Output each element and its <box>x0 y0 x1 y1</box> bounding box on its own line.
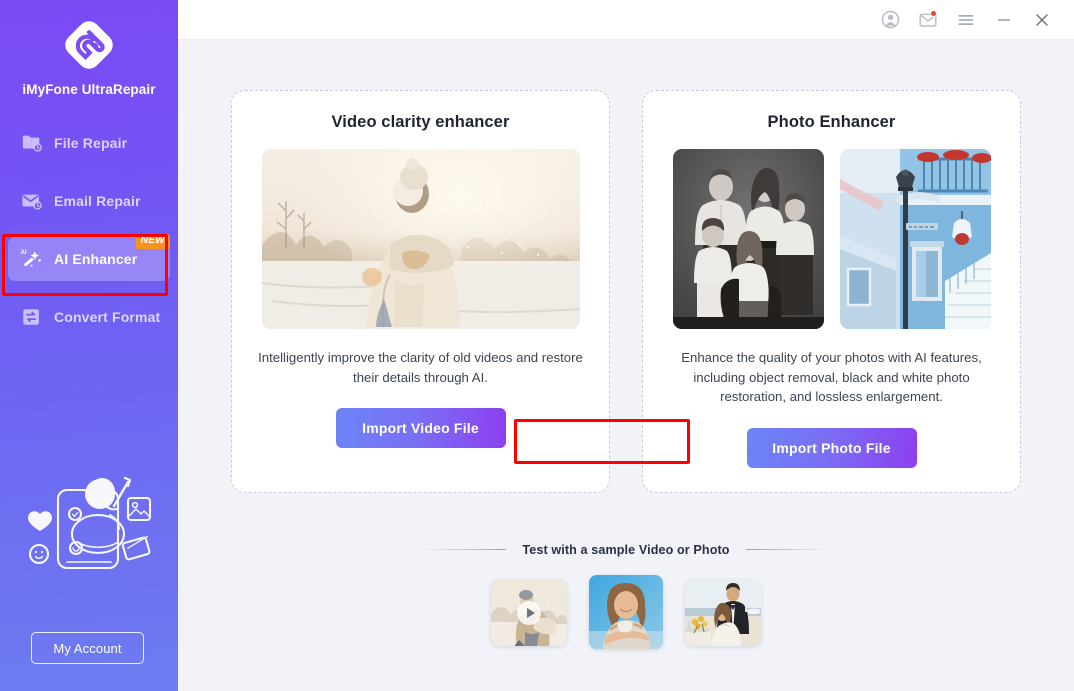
sample-thumbnails <box>178 574 1074 649</box>
menu-icon[interactable] <box>948 5 984 35</box>
sidebar-item-email-repair[interactable]: Email Repair <box>8 179 170 223</box>
folder-clock-icon <box>20 131 44 155</box>
brand-block: iMyFone UltraRepair <box>0 0 178 97</box>
sidebar-nav: File Repair Email Repair AI AI Enhancer … <box>0 121 178 339</box>
brand-name: iMyFone UltraRepair <box>22 82 156 97</box>
import-video-file-button[interactable]: Import Video File <box>335 408 506 448</box>
photo-preview-blue-building <box>839 149 991 329</box>
sample-video-winter-couple[interactable] <box>491 579 567 646</box>
sample-photo-woman-portrait[interactable] <box>589 574 663 649</box>
svg-text:AI: AI <box>21 250 27 256</box>
mail-icon[interactable] <box>910 5 946 35</box>
sample-section-label: Test with a sample Video or Photo <box>522 542 730 557</box>
photo-preview-row <box>672 149 991 329</box>
card-photo-enhancer: Photo Enhancer Enhance the quality of yo… <box>642 90 1021 493</box>
minimize-icon[interactable] <box>986 5 1022 35</box>
account-icon[interactable] <box>872 5 908 35</box>
sidebar-item-file-repair[interactable]: File Repair <box>8 121 170 165</box>
import-photo-file-button[interactable]: Import Photo File <box>746 427 917 468</box>
separator-line-left <box>421 549 507 550</box>
sample-photo-wedding-couple[interactable] <box>685 579 761 646</box>
card-title: Video clarity enhancer <box>331 113 510 131</box>
card-description: Intelligently improve the clarity of old… <box>258 350 583 385</box>
feature-cards: Video clarity enhancer Intelligently imp… <box>178 40 1074 493</box>
card-title: Photo Enhancer <box>767 113 896 131</box>
sidebar-item-label: File Repair <box>54 135 128 151</box>
card-video-clarity-enhancer: Video clarity enhancer Intelligently imp… <box>231 90 610 493</box>
separator-line-right <box>745 549 831 550</box>
envelope-clock-icon <box>20 189 44 213</box>
sidebar: iMyFone UltraRepair File Repair Email Re… <box>0 0 178 691</box>
sample-separator: Test with a sample Video or Photo <box>178 543 1074 557</box>
close-icon[interactable] <box>1024 5 1060 35</box>
sidebar-item-label: Convert Format <box>54 309 161 325</box>
app-logo-icon <box>60 16 118 74</box>
sidebar-item-label: Email Repair <box>54 193 141 209</box>
application-window: iMyFone UltraRepair File Repair Email Re… <box>0 0 1074 691</box>
magic-wand-icon: AI <box>20 247 44 271</box>
photo-preview-bw-family <box>672 149 824 329</box>
file-swap-icon <box>20 305 44 329</box>
new-badge: NEW <box>135 234 170 249</box>
title-bar <box>178 0 1074 40</box>
card-description: Enhance the quality of your photos with … <box>681 350 982 404</box>
video-preview-thumbnail <box>261 149 580 329</box>
play-icon <box>517 600 541 625</box>
my-account-button[interactable]: My Account <box>31 632 144 664</box>
sidebar-illustration <box>12 462 168 592</box>
unread-badge-dot <box>930 9 937 17</box>
sidebar-item-label: AI Enhancer <box>54 251 138 267</box>
sidebar-item-ai-enhancer[interactable]: AI AI Enhancer NEW <box>8 234 170 281</box>
sidebar-item-convert-format[interactable]: Convert Format <box>8 295 170 339</box>
main-content: Video clarity enhancer Intelligently imp… <box>178 0 1074 691</box>
